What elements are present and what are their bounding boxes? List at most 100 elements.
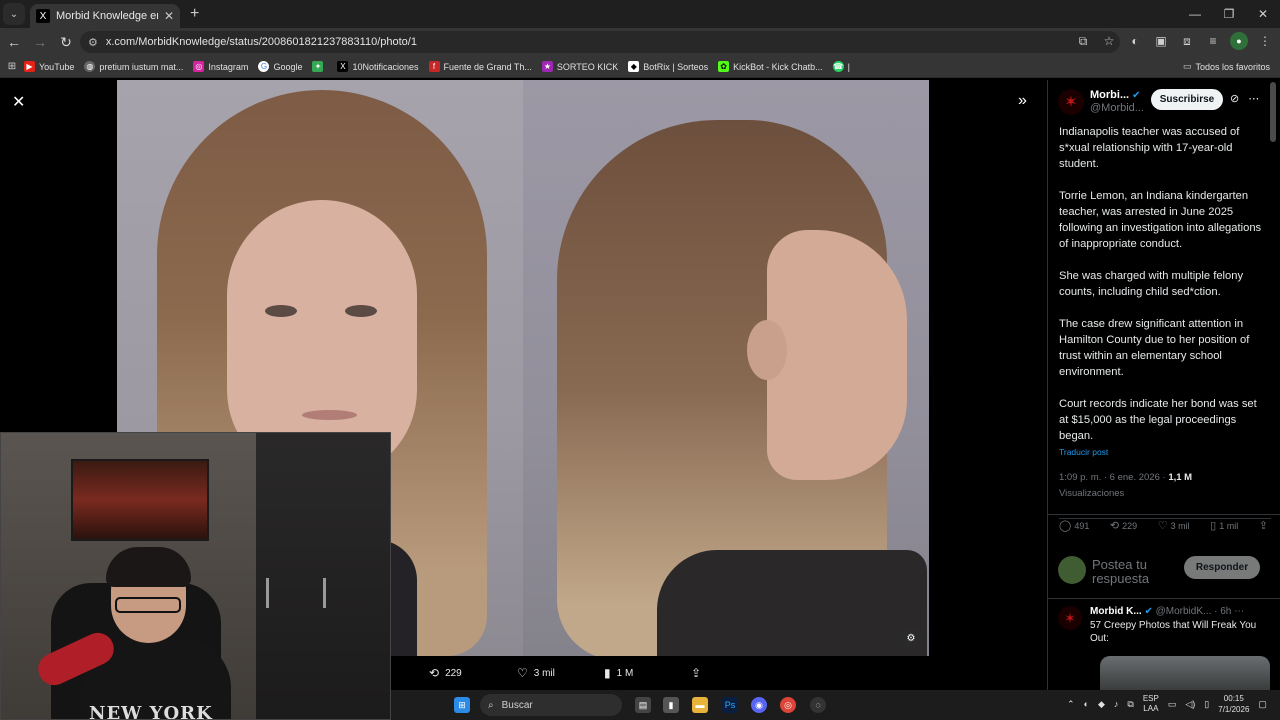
tweet-text: Indianapolis teacher was accused of s*xu…	[1059, 124, 1264, 460]
tab-search-icon[interactable]: ⌄	[3, 3, 25, 25]
sidebar-scrollbar[interactable]	[1270, 82, 1276, 142]
menu-kebab-icon[interactable]: ⋮	[1256, 32, 1274, 50]
bookmark-kickbot[interactable]: ✿ KickBot - Kick Chatb...	[718, 61, 823, 72]
tray-app-icon-2[interactable]: ◆	[1098, 699, 1105, 710]
app-icon-2[interactable]: ◌	[810, 697, 826, 713]
reply-stat[interactable]: ◯ 491	[1059, 519, 1089, 532]
bookmark-colorful[interactable]: ✦	[312, 61, 327, 72]
apps-grid-icon[interactable]: ⊞	[0, 61, 24, 72]
tray-app-icon-3[interactable]: ⧉	[1127, 699, 1133, 710]
lang-bottom: LAA	[1143, 704, 1159, 713]
subscribe-button[interactable]: Suscribirse	[1151, 89, 1223, 110]
bookmark-pretium[interactable]: ◍ pretium iustum mat...	[84, 61, 183, 72]
handle-shape	[323, 578, 326, 608]
bookmark-star-icon[interactable]: ☆	[1100, 32, 1118, 50]
tray-app-icon[interactable]: ◐	[1084, 699, 1089, 709]
restore-icon[interactable]: ❐	[1212, 0, 1246, 28]
next-post-handle[interactable]: @MorbidK...	[1156, 606, 1212, 617]
translate-link[interactable]: Traducir post	[1059, 447, 1108, 457]
author-handle[interactable]: @Morbid...	[1090, 102, 1144, 115]
bookmark-icon: ▯	[1210, 520, 1217, 532]
bookmark-botrix[interactable]: ◆ BotRix | Sorteos	[628, 61, 708, 72]
timestamp[interactable]: 1:09 p. m. · 6 ene. 2026 ·	[1059, 472, 1168, 483]
lang-top: ESP	[1142, 694, 1159, 703]
browser-tab-bar: ⌄ X Morbid Knowledge en X: "Indi ✕ + — ❐…	[0, 0, 1280, 28]
bookmark-sorteo-kick[interactable]: ★ SORTEO KICK	[541, 61, 618, 72]
file-explorer-icon[interactable]: ▬	[692, 697, 708, 713]
views-action[interactable]: ▮ 1 M	[604, 666, 633, 680]
verified-badge-icon: ✔	[1132, 90, 1141, 101]
extension-icon-2[interactable]: ▣	[1152, 32, 1170, 50]
taskbar-search[interactable]: ⌕ Buscar	[480, 694, 622, 716]
retweet-icon: ⟲	[429, 666, 440, 680]
battery-icon[interactable]: ▯	[1204, 699, 1209, 710]
share-stat[interactable]: ⇪	[1259, 519, 1271, 532]
task-view-icon[interactable]: ▤	[635, 697, 651, 713]
reply-button[interactable]: Responder	[1184, 556, 1260, 579]
bookmark-notificaciones[interactable]: X 10Notificaciones	[337, 61, 419, 72]
toolbar-icons: ⧉ ☆ ◐ ▣ ⧈ ≡ ● ⋮	[1074, 32, 1274, 50]
extension-icon[interactable]: ◐	[1126, 32, 1144, 50]
like-action[interactable]: ♡ 3 mil	[517, 666, 555, 680]
install-app-icon[interactable]: ⧉	[1074, 32, 1092, 50]
close-viewer-icon[interactable]: ✕	[12, 92, 25, 112]
grok-icon[interactable]: ⊘	[1230, 93, 1239, 105]
author-avatar[interactable]: ✶	[1058, 89, 1084, 115]
retweet-stat[interactable]: ⟲ 229	[1110, 519, 1137, 532]
bookmark-instagram[interactable]: ◎ Instagram	[193, 61, 248, 72]
retweet-action[interactable]: ⟲ 229	[429, 666, 462, 680]
extensions-puzzle-icon[interactable]: ⧈	[1178, 32, 1196, 50]
user-avatar[interactable]	[1058, 556, 1086, 584]
more-options-icon[interactable]: ⋯	[1234, 606, 1244, 617]
wardrobe-shape	[256, 433, 390, 719]
next-post-avatar[interactable]: ✶	[1058, 606, 1082, 630]
all-bookmarks[interactable]: ▭ Todos los favoritos	[1183, 61, 1270, 72]
reply-input[interactable]: Postea tu respuesta	[1092, 558, 1172, 586]
expand-sidebar-icon[interactable]: »	[1018, 92, 1027, 110]
profile-avatar-icon[interactable]: ●	[1230, 32, 1248, 50]
close-window-icon[interactable]: ✕	[1246, 0, 1280, 28]
next-post[interactable]: ✶ Morbid K... ✔ @MorbidK... · 6h ⋯ 57 Cr…	[1058, 606, 1273, 690]
reload-icon[interactable]: ↻	[54, 34, 78, 51]
tweet-meta: 1:09 p. m. · 6 ene. 2026 · 1,1 M Visuali…	[1059, 470, 1192, 502]
browser-tab[interactable]: X Morbid Knowledge en X: "Indi ✕	[30, 4, 180, 28]
tweet-stats: ◯ 491 ⟲ 229 ♡ 3 mil ▯ 1 mil ⇪	[1059, 518, 1271, 532]
chevron-up-icon[interactable]: ⌃	[1067, 699, 1075, 710]
bookmark-google[interactable]: G Google	[258, 61, 302, 72]
divider	[1047, 598, 1280, 599]
address-bar[interactable]: ⚙ x.com/MorbidKnowledge/status/200860182…	[80, 31, 1120, 53]
volume-icon[interactable]: ◁)	[1185, 699, 1195, 710]
reading-list-icon[interactable]: ≡	[1204, 32, 1222, 50]
eye-shape	[265, 305, 297, 317]
tweet-author[interactable]: ✶ Morbi... ✔ @Morbid...	[1058, 89, 1144, 115]
bookmark-whatsapp[interactable]: ☎ |	[832, 61, 850, 72]
windows-start-icon[interactable]: ⊞	[454, 697, 470, 713]
language-indicator[interactable]: ESP LAA	[1143, 694, 1159, 714]
photoshop-icon[interactable]: Ps	[722, 697, 738, 713]
back-icon[interactable]: ←	[2, 34, 26, 50]
bookmark-youtube[interactable]: ▶ YouTube	[24, 61, 74, 72]
site-info-icon[interactable]: ⚙	[88, 36, 98, 49]
bookmark-stat[interactable]: ▯ 1 mil	[1210, 519, 1238, 532]
next-post-author[interactable]: Morbid K...	[1090, 606, 1142, 617]
chrome-icon[interactable]: ◎	[780, 697, 796, 713]
microphone-icon[interactable]: ♪	[1114, 699, 1119, 709]
notifications-icon[interactable]: ▢	[1258, 699, 1267, 710]
new-tab-icon[interactable]: +	[190, 5, 199, 23]
more-options-icon[interactable]: ⋯	[1248, 93, 1259, 105]
close-tab-icon[interactable]: ✕	[164, 9, 174, 23]
share-action[interactable]: ⇪	[691, 666, 707, 680]
app-icon[interactable]: ▮	[663, 697, 679, 713]
minimize-icon[interactable]: —	[1178, 0, 1212, 28]
author-name[interactable]: Morbi...	[1090, 89, 1129, 101]
network-icon[interactable]: ▭	[1168, 699, 1177, 710]
image-settings-icon[interactable]: ⚙	[900, 627, 922, 649]
forward-icon[interactable]: →	[28, 34, 52, 50]
search-placeholder: Buscar	[501, 699, 533, 711]
clock[interactable]: 00:15 7/1/2026	[1218, 693, 1249, 715]
next-post-image[interactable]	[1100, 656, 1270, 690]
lips-shape	[302, 410, 357, 420]
like-stat[interactable]: ♡ 3 mil	[1158, 519, 1190, 532]
discord-icon[interactable]: ◉	[751, 697, 767, 713]
bookmark-fuente[interactable]: f Fuente de Grand Th...	[428, 61, 532, 72]
